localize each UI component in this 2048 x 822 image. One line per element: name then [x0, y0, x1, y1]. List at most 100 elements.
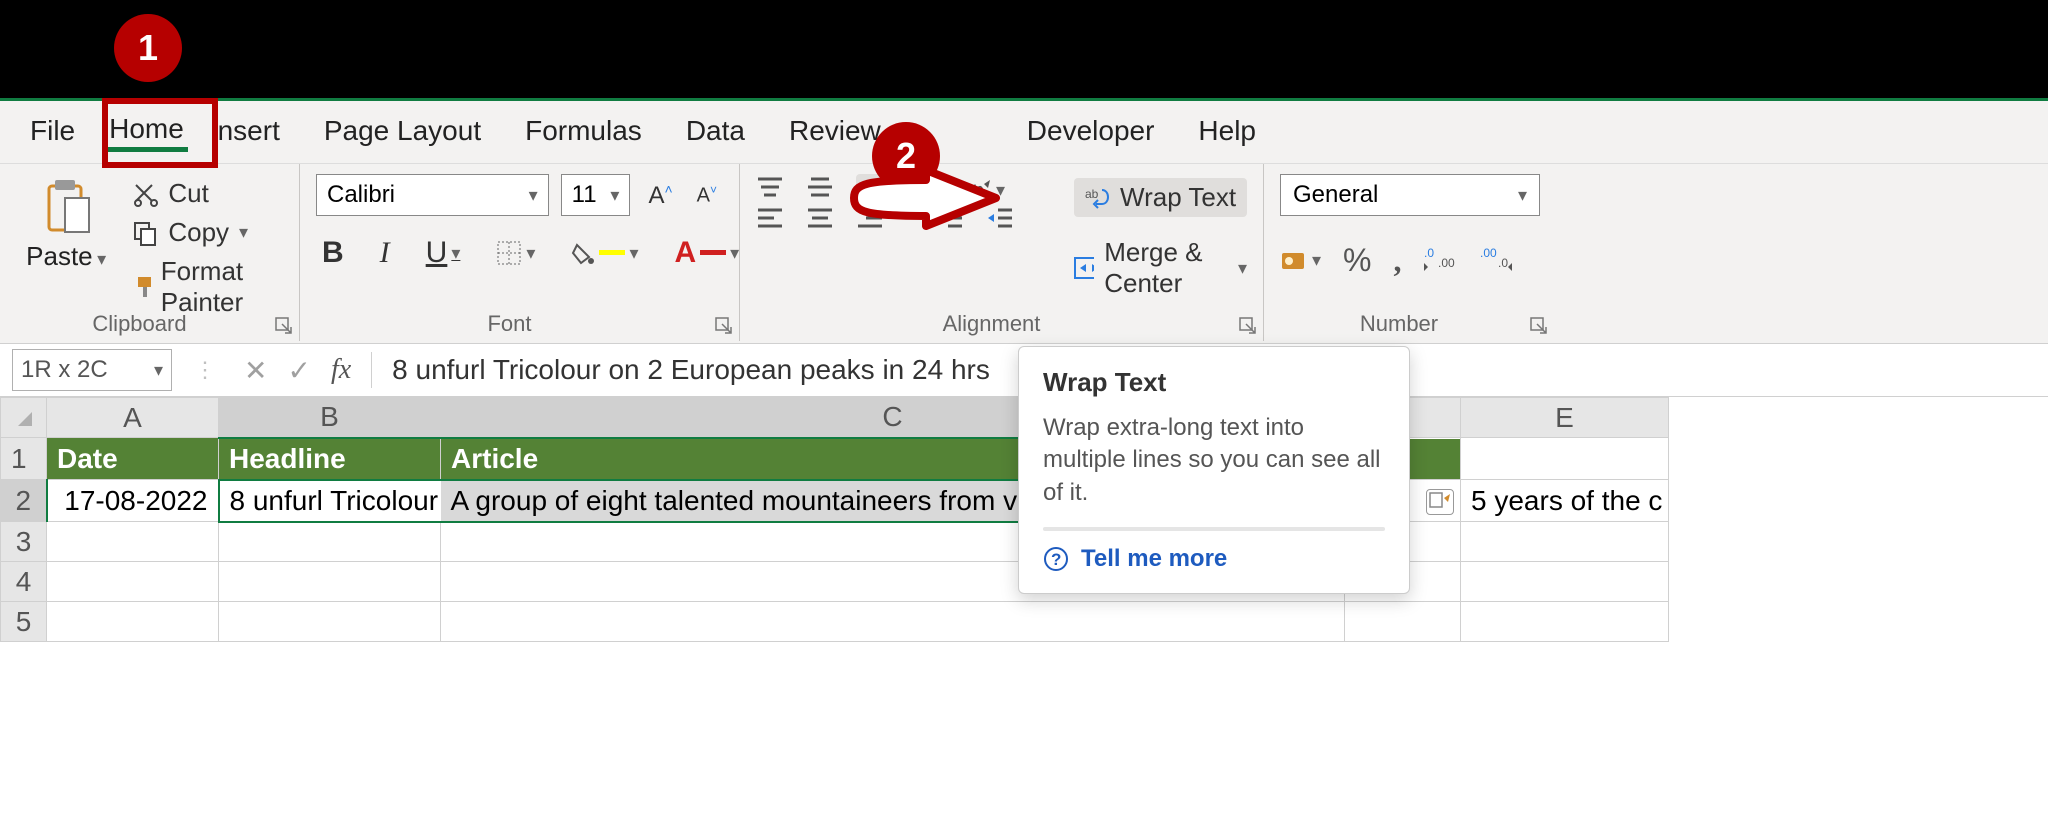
cell-b5[interactable]: [219, 602, 441, 642]
cancel-formula-button[interactable]: ✕: [244, 354, 267, 387]
chevron-down-icon[interactable]: ▾: [1312, 250, 1321, 271]
font-size-value: 11: [572, 181, 597, 209]
merge-center-label: Merge & Center: [1104, 237, 1228, 299]
svg-text:.0: .0: [1498, 256, 1508, 270]
dialog-launcher-icon[interactable]: [1239, 317, 1257, 335]
comma-style-button[interactable]: ,: [1394, 242, 1402, 279]
chevron-down-icon[interactable]: ▾: [239, 222, 248, 243]
number-format-select[interactable]: General ▾: [1280, 174, 1540, 216]
copy-button[interactable]: Copy ▾: [132, 217, 283, 248]
dialog-launcher-icon[interactable]: [1530, 317, 1548, 335]
insert-function-button[interactable]: fx: [331, 354, 351, 386]
align-top-button[interactable]: [756, 176, 784, 205]
wrap-text-button[interactable]: ab Wrap Text: [1074, 178, 1247, 217]
row-header-1[interactable]: 1: [1, 438, 47, 480]
increase-font-size-button[interactable]: A˄: [642, 177, 678, 214]
cell-b4[interactable]: [219, 562, 441, 602]
accounting-format-button[interactable]: ▾: [1280, 249, 1321, 273]
svg-text:.0: .0: [1424, 246, 1434, 260]
align-left-button[interactable]: [756, 206, 784, 235]
enter-formula-button[interactable]: ✓: [287, 354, 310, 387]
cell-e3[interactable]: [1461, 522, 1669, 562]
underline-button[interactable]: U ▾: [420, 234, 467, 272]
fill-color-button[interactable]: ▾: [565, 239, 644, 267]
tooltip-divider: [1043, 527, 1385, 531]
align-center-button[interactable]: [806, 206, 834, 235]
chevron-down-icon[interactable]: ▾: [1238, 258, 1247, 279]
row-header-3[interactable]: 3: [1, 522, 47, 562]
bold-button[interactable]: B: [316, 234, 350, 272]
cell-a2[interactable]: 17-08-2022: [47, 480, 219, 522]
chevron-down-icon[interactable]: ▾: [629, 243, 638, 264]
font-color-button[interactable]: A ▾: [668, 234, 745, 272]
column-header-a[interactable]: A: [47, 398, 219, 438]
format-painter-button[interactable]: Format Painter: [132, 256, 283, 318]
chevron-down-icon[interactable]: ▾: [1518, 185, 1527, 206]
cell-a1[interactable]: Date: [47, 438, 219, 480]
cell-e1[interactable]: [1461, 438, 1669, 480]
chevron-down-icon[interactable]: ▾: [610, 185, 619, 206]
clipboard-icon: [39, 174, 93, 236]
cell-c5[interactable]: [441, 602, 1345, 642]
tab-formulas[interactable]: Formulas: [503, 113, 664, 155]
font-size-select[interactable]: 11 ▾: [561, 174, 631, 216]
cell-e4[interactable]: [1461, 562, 1669, 602]
chevron-down-icon[interactable]: ▾: [451, 243, 460, 264]
decrease-font-size-button[interactable]: A˅: [691, 179, 723, 212]
cell-a5[interactable]: [47, 602, 219, 642]
borders-button[interactable]: ▾: [490, 238, 541, 268]
row-header-5[interactable]: 5: [1, 602, 47, 642]
chevron-down-icon[interactable]: ▾: [97, 249, 106, 269]
tab-help[interactable]: Help: [1176, 113, 1278, 155]
chevron-down-icon[interactable]: ▾: [730, 243, 739, 264]
increase-decimal-button[interactable]: .0.00: [1424, 242, 1458, 279]
italic-button[interactable]: I: [374, 234, 396, 272]
paste-button[interactable]: Paste ▾: [16, 174, 116, 272]
decrease-decimal-icon: .00.0: [1480, 245, 1514, 271]
dialog-launcher-icon[interactable]: [275, 317, 293, 335]
tell-me-more-label: Tell me more: [1081, 545, 1227, 573]
cell-a3[interactable]: [47, 522, 219, 562]
svg-text:?: ?: [1051, 550, 1061, 569]
wrap-text-label: Wrap Text: [1120, 182, 1236, 213]
percent-button[interactable]: %: [1343, 242, 1371, 279]
paintbrush-icon: [132, 274, 150, 300]
row-header-4[interactable]: 4: [1, 562, 47, 602]
tab-developer[interactable]: Developer: [1005, 113, 1177, 155]
chevron-down-icon[interactable]: ▾: [154, 360, 163, 381]
cell-b3[interactable]: [219, 522, 441, 562]
tab-file[interactable]: File: [0, 113, 105, 155]
cell-d5[interactable]: [1345, 602, 1461, 642]
quick-analysis-icon[interactable]: [1426, 489, 1454, 515]
cell-a4[interactable]: [47, 562, 219, 602]
cell-e5[interactable]: [1461, 602, 1669, 642]
align-middle-button[interactable]: [806, 176, 834, 205]
cut-button[interactable]: Cut: [132, 178, 283, 209]
ribbon: File Home Insert Page Layout Formulas Da…: [0, 98, 2048, 343]
font-name-select[interactable]: Calibri ▾: [316, 174, 549, 216]
select-all-corner[interactable]: [1, 398, 47, 438]
column-header-b[interactable]: B: [219, 398, 441, 438]
row-header-2[interactable]: 2: [1, 480, 47, 522]
tab-data[interactable]: Data: [664, 113, 767, 155]
annotation-black-band: [0, 0, 2048, 98]
tab-page-layout[interactable]: Page Layout: [302, 113, 503, 155]
merge-center-button[interactable]: Merge & Center ▾: [1074, 237, 1247, 299]
cell-b2[interactable]: 8 unfurl Tricolour o: [219, 480, 441, 522]
group-clipboard: Paste ▾ Cut Copy ▾ Format Pain: [0, 164, 300, 341]
name-box-handle[interactable]: ⋮: [186, 357, 224, 383]
ribbon-body: Paste ▾ Cut Copy ▾ Format Pain: [0, 163, 2048, 341]
tab-view-hidden[interactable]: [903, 113, 1005, 123]
column-header-e[interactable]: E: [1461, 398, 1669, 438]
decrease-decimal-button[interactable]: .00.0: [1480, 242, 1514, 279]
tell-me-more-link[interactable]: ? Tell me more: [1043, 545, 1385, 573]
group-label-font: Font: [300, 311, 719, 337]
cell-b1[interactable]: Headline: [219, 438, 441, 480]
cell-e2[interactable]: 5 years of the c: [1461, 480, 1669, 522]
format-painter-label: Format Painter: [161, 256, 283, 318]
chevron-down-icon[interactable]: ▾: [526, 243, 535, 264]
group-label-number: Number: [1264, 311, 1534, 337]
name-box[interactable]: 1R x 2C ▾: [12, 349, 172, 391]
dialog-launcher-icon[interactable]: [715, 317, 733, 335]
chevron-down-icon[interactable]: ▾: [529, 185, 538, 206]
